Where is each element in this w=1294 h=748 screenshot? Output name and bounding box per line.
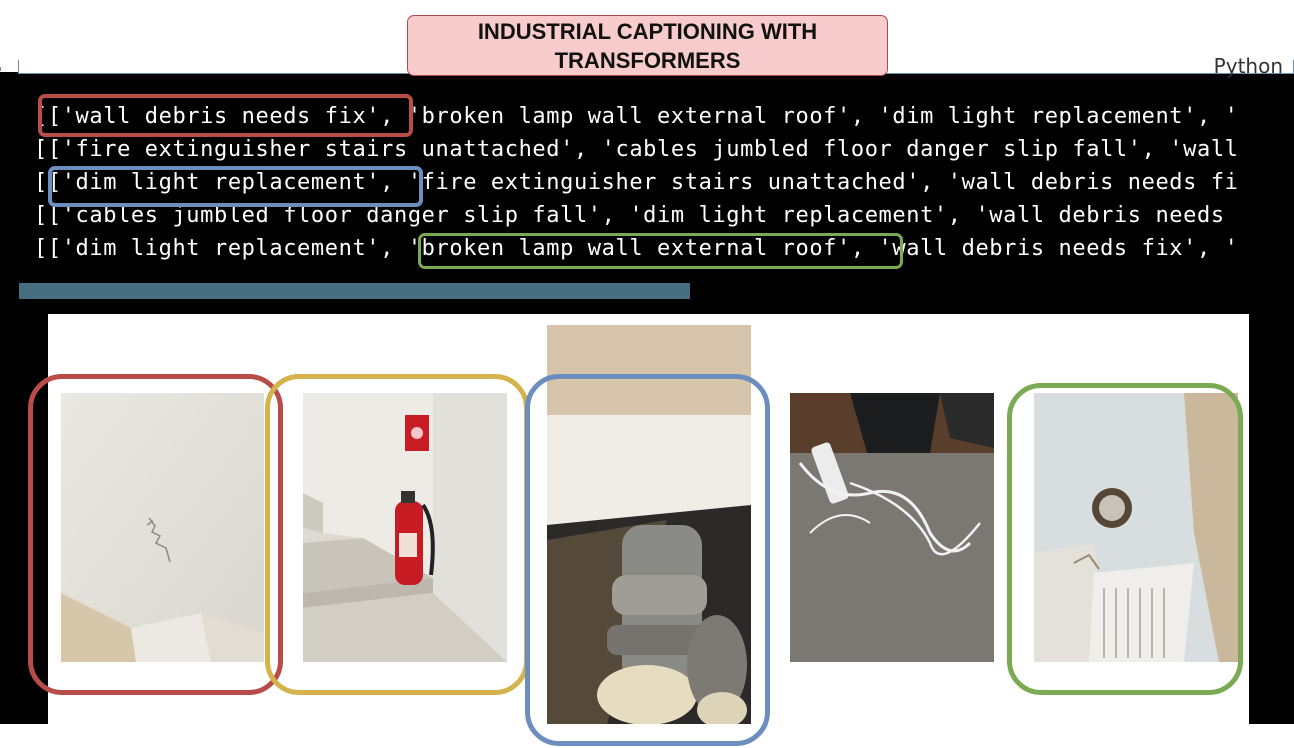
page-title: INDUSTRIAL CAPTIONING WITH TRANSFORMERS [477, 18, 818, 73]
cables-floor-photo [790, 393, 994, 662]
horizontal-scrollbar-thumb[interactable] [19, 283, 690, 299]
highlight-ring-broken-lamp [1007, 383, 1243, 695]
output-line: [['fire extinguisher stairs unattached',… [34, 137, 1239, 162]
cell-gutter-marker [0, 67, 7, 71]
title-box: INDUSTRIAL CAPTIONING WITH TRANSFORMERS [407, 15, 888, 76]
cell-language-label: Python [1213, 54, 1283, 78]
highlight-ring-dim-light [525, 374, 770, 746]
slide: Python [['wall debris needs fix', 'broke… [0, 0, 1294, 748]
highlight-ring-fire-extinguisher [265, 374, 529, 695]
highlight-wall-debris [38, 94, 413, 137]
highlight-broken-lamp [418, 233, 903, 269]
highlight-ring-wall-debris [28, 374, 283, 695]
highlight-dim-light [48, 166, 423, 207]
